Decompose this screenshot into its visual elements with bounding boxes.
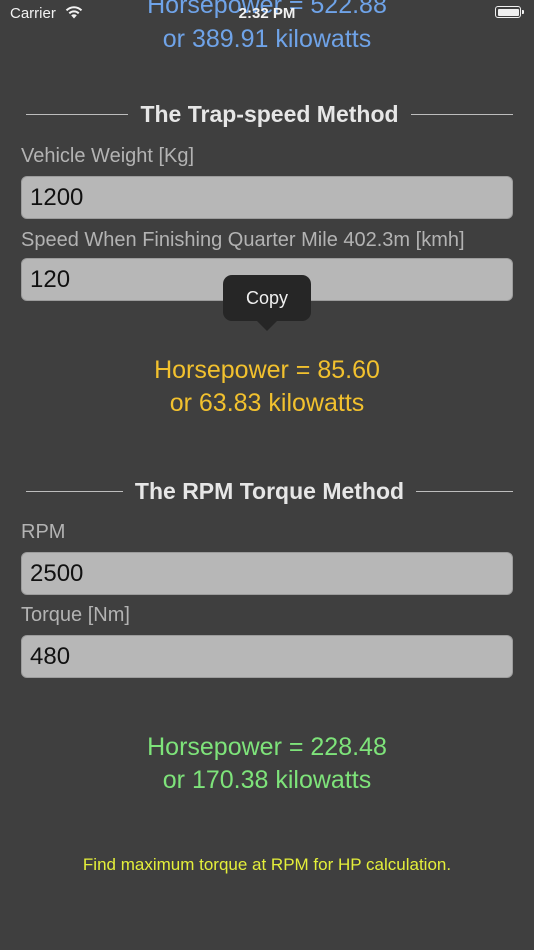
divider [26,491,123,492]
torque-label: Torque [Nm] [21,604,130,626]
divider [416,491,514,492]
trap-speed-result: Horsepower = 85.60 or 63.83 kilowatts [0,354,534,420]
rpm-torque-title: The RPM Torque Method [134,478,405,504]
previous-result-kilowatts: or 389.91 kilowatts [162,25,372,53]
trap-speed-kilowatts: or 63.83 kilowatts [169,389,365,417]
trap-speed-section-header: The Trap-speed Method [26,101,514,128]
trap-speed-horsepower: Horsepower = 85.60 [154,356,380,384]
trap-speed-title: The Trap-speed Method [140,101,399,127]
rpm-torque-result: Horsepower = 228.48 or 170.38 kilowatts [0,731,534,797]
rpm-input[interactable] [21,552,513,595]
rpm-torque-section-header: The RPM Torque Method [26,478,514,505]
vehicle-weight-input[interactable] [21,176,513,219]
torque-hint-text: Find maximum torque at RPM for HP calcul… [82,855,452,874]
vehicle-weight-label: Vehicle Weight [Kg] [21,145,195,167]
divider [26,114,129,115]
torque-input[interactable] [21,635,513,678]
rpm-torque-kilowatts: or 170.38 kilowatts [162,766,372,794]
copy-menu-button[interactable]: Copy [223,275,311,331]
status-time: 2:32 PM [238,5,296,22]
speed-label: Speed When Finishing Quarter Mile 402.3m… [21,229,465,251]
divider [410,114,514,115]
rpm-label: RPM [21,521,66,543]
rpm-torque-horsepower: Horsepower = 228.48 [147,733,387,761]
